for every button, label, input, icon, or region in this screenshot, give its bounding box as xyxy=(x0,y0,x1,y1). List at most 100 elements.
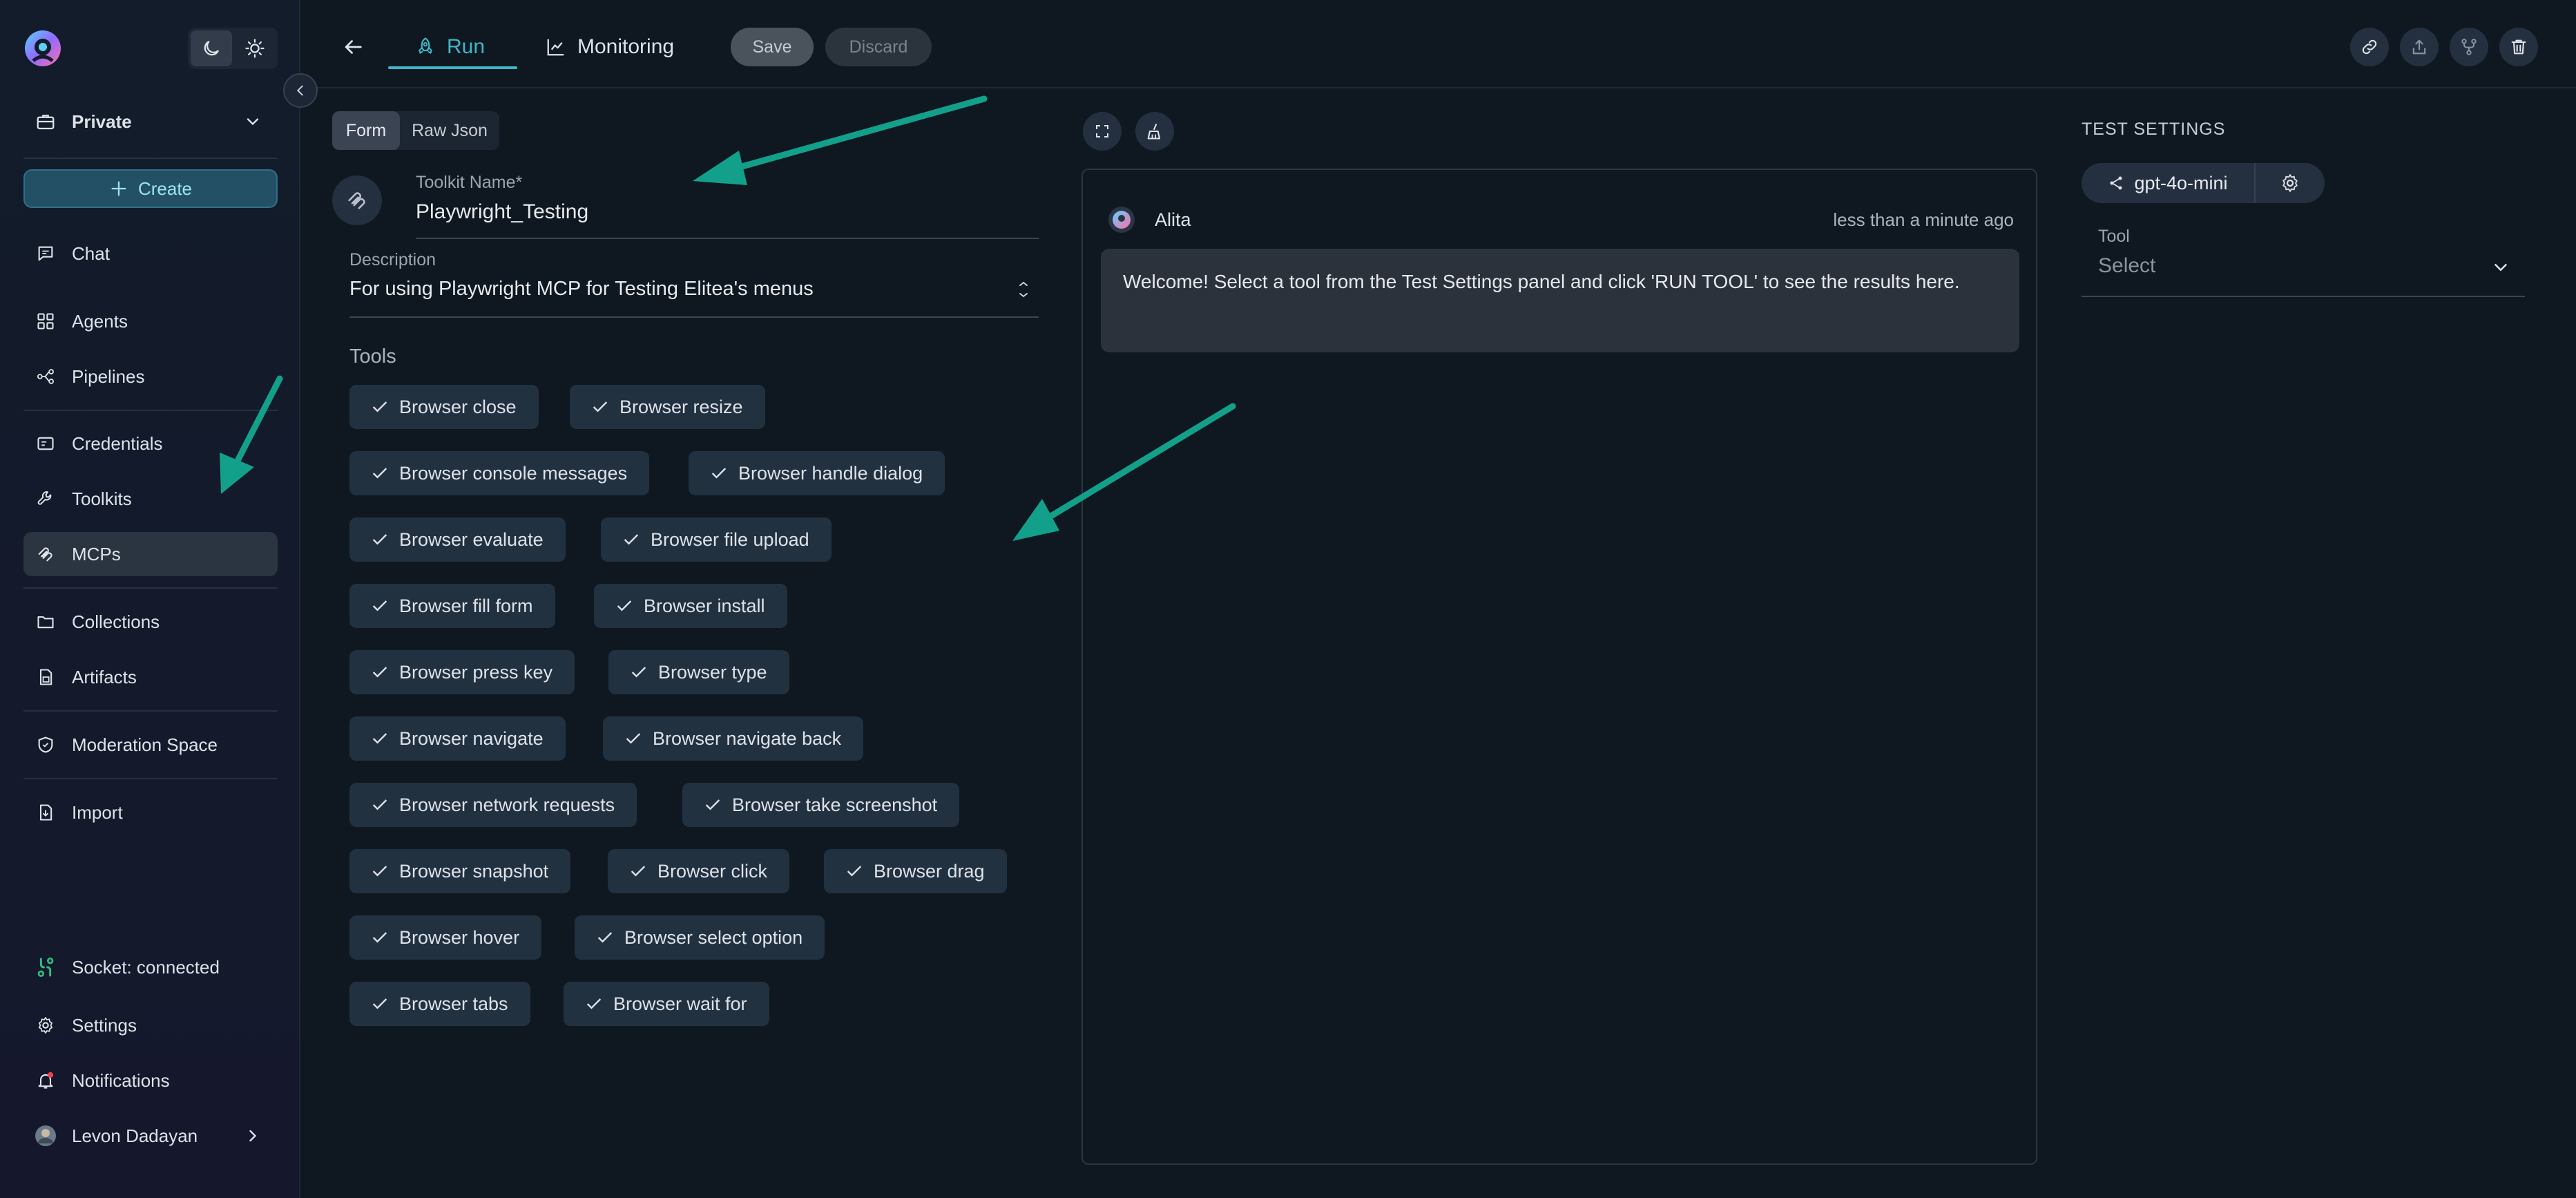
export-button[interactable] xyxy=(2400,28,2439,66)
sidebar-item-credentials[interactable]: Credentials xyxy=(23,421,278,466)
copy-link-button[interactable] xyxy=(2350,28,2389,66)
model-button[interactable]: gpt-4o-mini xyxy=(2082,163,2256,203)
wrench-icon xyxy=(35,488,57,510)
sidebar-item-mcps[interactable]: MCPs xyxy=(23,532,278,576)
tool-chip[interactable]: Browser snapshot xyxy=(349,849,571,893)
sidebar-item-moderation-space[interactable]: Moderation Space xyxy=(23,723,278,767)
tool-chip[interactable]: Browser file upload xyxy=(601,517,832,562)
sidebar-item-label: Credentials xyxy=(72,432,163,454)
tool-chip[interactable]: Browser handle dialog xyxy=(689,451,945,495)
sidebar-item-label: Chat xyxy=(72,243,110,264)
tab-monitoring-label: Monitoring xyxy=(577,35,675,58)
user-profile[interactable]: Levon Dadayan xyxy=(23,1114,278,1158)
check-icon xyxy=(593,401,608,412)
tool-chip[interactable]: Browser resize xyxy=(570,385,765,429)
sidebar-item-chat[interactable]: Chat xyxy=(23,231,278,276)
sidebar-item-collections[interactable]: Collections xyxy=(23,600,278,644)
sidebar-item-agents[interactable]: Agents xyxy=(23,299,278,343)
tool-chip-label: Browser handle dialog xyxy=(738,462,923,484)
sidebar-item-import[interactable]: Import xyxy=(23,790,278,835)
top-bar: Run Monitoring Save Discard xyxy=(302,0,2576,88)
tool-select-placeholder: Select xyxy=(2098,254,2156,277)
broom-icon xyxy=(1147,124,1161,140)
rocket-icon xyxy=(419,37,432,54)
form-mode-tab[interactable]: Form xyxy=(332,111,400,150)
tool-chip-label: Browser close xyxy=(399,396,517,417)
chevron-down-icon xyxy=(243,112,262,131)
expand-collapse-icon[interactable] xyxy=(1015,279,1032,300)
fork-button[interactable] xyxy=(2450,28,2488,66)
tool-chip-label: Browser click xyxy=(657,860,768,882)
discard-button[interactable]: Discard xyxy=(825,28,932,66)
create-label: Create xyxy=(137,178,193,199)
tool-chip[interactable]: Browser click xyxy=(608,849,790,893)
tool-chip[interactable]: Browser evaluate xyxy=(349,517,566,562)
sidebar-item-notifications[interactable]: Notifications xyxy=(23,1058,278,1103)
sidebar-divider xyxy=(23,410,278,411)
toolkit-name-input[interactable]: Playwright_Testing xyxy=(416,200,1039,239)
sidebar-divider xyxy=(23,778,278,779)
upload-icon xyxy=(2412,39,2426,55)
shield-icon xyxy=(35,734,57,756)
dark-mode-button[interactable] xyxy=(191,30,232,66)
back-button[interactable] xyxy=(336,30,369,64)
sidebar-item-label: Import xyxy=(72,801,123,823)
light-mode-button[interactable] xyxy=(235,30,275,66)
create-button[interactable]: Create xyxy=(23,169,278,208)
chevron-down-icon xyxy=(2490,257,2511,278)
sidebar-item-label: Pipelines xyxy=(72,365,145,387)
tool-chip[interactable]: Browser close xyxy=(349,385,539,429)
tab-monitoring[interactable]: Monitoring xyxy=(546,28,674,66)
tool-chip-label: Browser press key xyxy=(399,661,553,683)
sidebar: Private Create Chat Agents Pipelines Cre… xyxy=(0,0,318,1198)
tool-chip-label: Browser resize xyxy=(619,396,743,417)
briefcase-icon xyxy=(35,111,57,133)
tool-chip[interactable]: Browser tabs xyxy=(349,982,530,1026)
tool-chip[interactable]: Browser network requests xyxy=(349,783,637,827)
check-icon xyxy=(372,866,387,877)
tool-chip-label: Browser take screenshot xyxy=(732,794,938,815)
model-settings-button[interactable] xyxy=(2256,163,2325,203)
sidebar-item-label: MCPs xyxy=(72,543,121,564)
tool-chip[interactable]: Browser drag xyxy=(824,849,1007,893)
sidebar-item-artifacts[interactable]: Artifacts xyxy=(23,655,278,699)
annotation-arrow xyxy=(693,95,988,185)
link-icon xyxy=(2362,39,2377,55)
tool-chip[interactable]: Browser select option xyxy=(575,915,825,960)
collapse-sidebar-button[interactable] xyxy=(283,73,318,108)
tool-chip[interactable]: Browser type xyxy=(608,650,789,694)
raw-json-mode-tab[interactable]: Raw Json xyxy=(400,111,499,150)
save-button[interactable]: Save xyxy=(731,28,814,66)
description-input[interactable]: For using Playwright MCP for Testing Eli… xyxy=(349,278,1039,318)
check-icon xyxy=(372,932,387,943)
tool-chip[interactable]: Browser press key xyxy=(349,650,575,694)
tab-run[interactable]: Run xyxy=(415,28,485,66)
sidebar-item-settings[interactable]: Settings xyxy=(23,1003,278,1047)
clear-chat-button[interactable] xyxy=(1135,112,1174,151)
tool-chip[interactable]: Browser install xyxy=(594,584,787,628)
tool-select[interactable]: Select xyxy=(2082,253,2525,297)
tool-chip[interactable]: Browser navigate xyxy=(349,716,566,761)
tool-chip-label: Browser network requests xyxy=(399,794,615,815)
tool-chip[interactable]: Browser fill form xyxy=(349,584,555,628)
gear-icon xyxy=(2282,174,2298,192)
tool-chip[interactable]: Browser console messages xyxy=(349,451,650,495)
plus-icon xyxy=(111,181,126,196)
sidebar-item-toolkits[interactable]: Toolkits xyxy=(23,477,278,521)
tool-select-label: Tool xyxy=(2098,227,2130,246)
fullscreen-button[interactable] xyxy=(1083,112,1122,151)
sidebar-item-label: Toolkits xyxy=(72,488,132,509)
user-name: Levon Dadayan xyxy=(72,1125,198,1146)
sidebar-item-pipelines[interactable]: Pipelines xyxy=(23,354,278,399)
workspace-selector[interactable]: Private xyxy=(23,99,278,144)
tool-chip[interactable]: Browser take screenshot xyxy=(682,783,960,827)
tool-chip[interactable]: Browser wait for xyxy=(564,982,769,1026)
tool-chip[interactable]: Browser hover xyxy=(349,915,542,960)
sidebar-item-label: Moderation Space xyxy=(72,734,218,755)
mcp-icon xyxy=(35,543,57,565)
tool-chip[interactable]: Browser navigate back xyxy=(603,716,864,761)
socket-connected-icon xyxy=(35,956,57,978)
delete-button[interactable] xyxy=(2499,28,2538,66)
check-icon xyxy=(372,534,387,545)
app-logo[interactable] xyxy=(23,29,62,68)
